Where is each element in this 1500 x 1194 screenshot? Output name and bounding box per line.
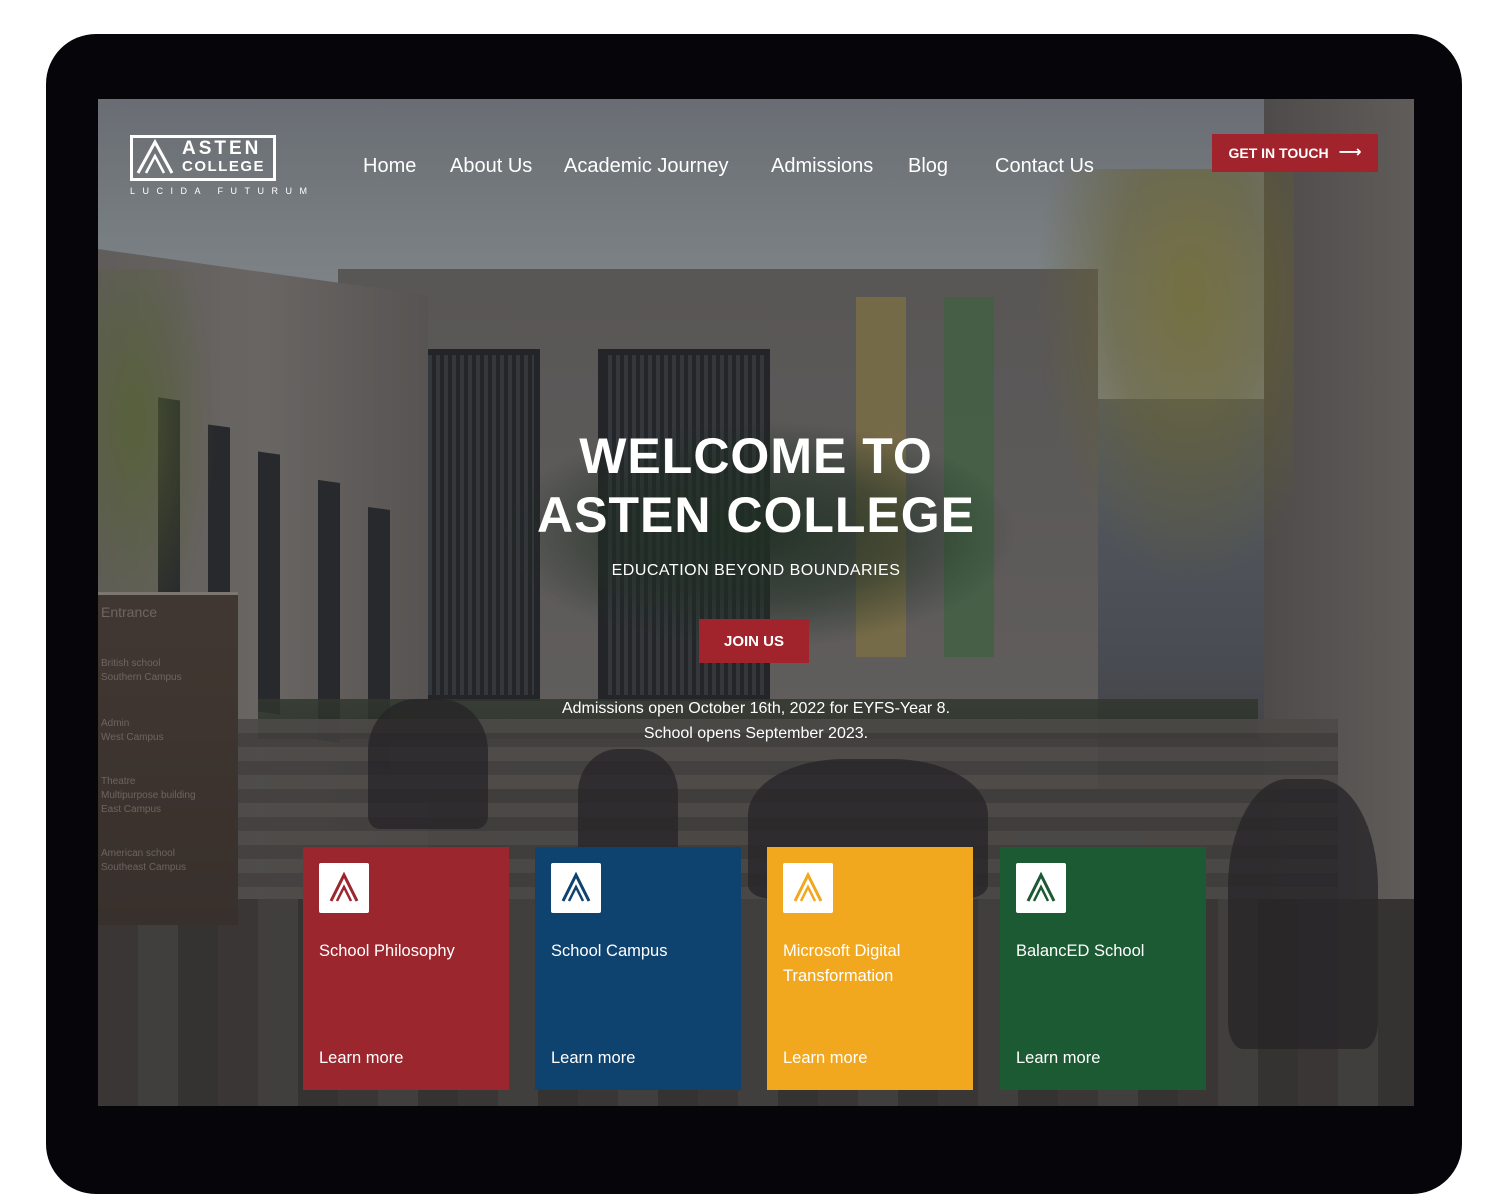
card-balanced-school[interactable]: BalancED School Learn more [1000, 847, 1206, 1090]
card-logo-icon [319, 863, 369, 913]
nav-academic-journey[interactable]: Academic Journey [564, 153, 729, 179]
arrow-right-icon: ⟶ [1338, 144, 1362, 161]
card-logo-icon [551, 863, 601, 913]
logo-text-college: COLLEGE [182, 158, 266, 175]
card-microsoft-digital-transformation[interactable]: Microsoft Digital Transformation Learn m… [767, 847, 973, 1090]
admissions-notice: Admissions open October 16th, 2022 for E… [561, 700, 951, 717]
hero-title-line1: WELCOME TO [579, 428, 933, 484]
asten-mark-icon [329, 871, 359, 902]
nav-admissions[interactable]: Admissions [771, 153, 873, 179]
asten-mark-icon [793, 871, 823, 902]
asten-mark-icon [561, 871, 591, 902]
hero-title-line2: ASTEN COLLEGE [536, 487, 976, 543]
hero-subtitle: EDUCATION BEYOND BOUNDARIES [611, 562, 901, 579]
nav-blog[interactable]: Blog [908, 153, 948, 179]
learn-more-link[interactable]: Learn more [1016, 1049, 1100, 1068]
logo-tagline: LUCIDA FUTURUM [130, 186, 315, 196]
learn-more-link[interactable]: Learn more [319, 1049, 403, 1068]
nav-contact-us[interactable]: Contact Us [995, 153, 1094, 179]
card-title: School Philosophy [319, 942, 455, 960]
website-screen: Entrance British school Southern Campus … [98, 99, 1414, 1106]
site-logo[interactable]: ASTEN COLLEGE LUCIDA FUTURUM [130, 135, 315, 199]
card-title: School Campus [551, 942, 668, 960]
opening-notice: School opens September 2023. [643, 725, 869, 742]
nav-home[interactable]: Home [363, 153, 416, 179]
asten-logo-icon [136, 139, 174, 174]
logo-text-asten: ASTEN [182, 138, 262, 159]
get-in-touch-label: GET IN TOUCH [1228, 145, 1329, 161]
image-overlay [98, 99, 1414, 1106]
card-title: Microsoft Digital Transformation [783, 942, 901, 985]
asten-mark-icon [1026, 871, 1056, 902]
learn-more-link[interactable]: Learn more [551, 1049, 635, 1068]
card-title: BalancED School [1016, 942, 1145, 960]
nav-about-us[interactable]: About Us [450, 153, 532, 179]
learn-more-link[interactable]: Learn more [783, 1049, 867, 1068]
join-us-button[interactable]: JOIN US [699, 619, 809, 663]
card-school-philosophy[interactable]: School Philosophy Learn more [303, 847, 509, 1090]
card-logo-icon [1016, 863, 1066, 913]
get-in-touch-button[interactable]: GET IN TOUCH ⟶ [1212, 134, 1378, 172]
card-logo-icon [783, 863, 833, 913]
card-school-campus[interactable]: School Campus Learn more [535, 847, 741, 1090]
